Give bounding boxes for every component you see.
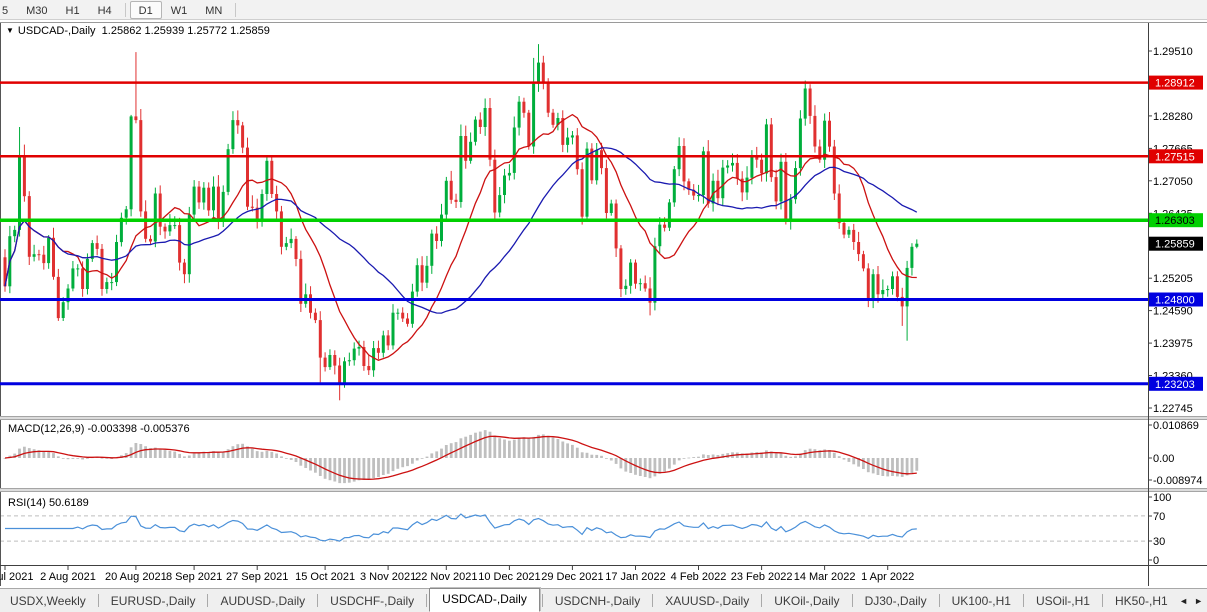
- tab-separator: [317, 594, 319, 607]
- svg-text:0.00: 0.00: [1153, 453, 1174, 465]
- svg-text:20 Aug 2021: 20 Aug 2021: [105, 571, 167, 583]
- tab-separator: [761, 594, 763, 607]
- price-level-badge-1.28912: 1.28912: [1149, 75, 1203, 90]
- svg-text:15 Oct 2021: 15 Oct 2021: [295, 571, 355, 583]
- chart-symbol-label: USDCAD-,Daily: [17, 25, 96, 37]
- svg-text:1 Apr 2022: 1 Apr 2022: [861, 571, 914, 583]
- svg-text:1.24590: 1.24590: [1153, 306, 1193, 318]
- svg-text:70: 70: [1153, 511, 1165, 523]
- tab-separator: [851, 594, 853, 607]
- svg-text:1.27050: 1.27050: [1153, 176, 1193, 188]
- tab-separator: [541, 594, 543, 607]
- current-price-badge: 1.25859: [1149, 236, 1203, 251]
- svg-text:29 Dec 2021: 29 Dec 2021: [541, 571, 603, 583]
- chart-tab-hk50[interactable]: HK50-,H1: [1105, 591, 1178, 611]
- chart-tab-usdcad[interactable]: USDCAD-,Daily: [429, 587, 540, 612]
- macd-indicator-label: MACD(12,26,9) -0.003398 -0.005376: [8, 423, 190, 435]
- symbol-dropdown-icon[interactable]: ▼: [6, 26, 14, 35]
- tab-separator: [207, 594, 209, 607]
- price-level-badge-1.24800: 1.24800: [1149, 292, 1203, 307]
- svg-text:23 Feb 2022: 23 Feb 2022: [731, 571, 793, 583]
- svg-text:17 Jan 2022: 17 Jan 2022: [605, 571, 666, 583]
- chart-tab-dj30[interactable]: DJ30-,Daily: [855, 591, 937, 611]
- chart-tab-eurusd[interactable]: EURUSD-,Daily: [101, 591, 206, 611]
- svg-text:-0.008974: -0.008974: [1153, 475, 1203, 487]
- chart-canvas[interactable]: 1.295101.288951.282801.276651.270501.264…: [0, 0, 1207, 588]
- price-level-badge-1.26303: 1.26303: [1149, 213, 1203, 228]
- tabs-scroll-left-icon[interactable]: ◄: [1179, 596, 1188, 606]
- svg-text:2 Aug 2021: 2 Aug 2021: [40, 571, 96, 583]
- svg-text:100: 100: [1153, 492, 1171, 504]
- svg-text:30: 30: [1153, 536, 1165, 548]
- svg-text:1.25859: 1.25859: [1155, 239, 1195, 251]
- svg-text:1.26303: 1.26303: [1155, 215, 1195, 227]
- svg-text:27 Sep 2021: 27 Sep 2021: [226, 571, 288, 583]
- svg-text:14 Jul 2021: 14 Jul 2021: [0, 571, 33, 583]
- svg-text:1.23975: 1.23975: [1153, 338, 1193, 350]
- tab-separator: [1022, 594, 1024, 607]
- svg-text:22 Nov 2021: 22 Nov 2021: [415, 571, 477, 583]
- chart-tab-usdx[interactable]: USDX,Weekly: [0, 591, 96, 611]
- svg-text:10 Dec 2021: 10 Dec 2021: [478, 571, 540, 583]
- chart-background: [0, 20, 1207, 588]
- chart-tab-uk100[interactable]: UK100-,H1: [942, 591, 1021, 611]
- svg-text:1.29510: 1.29510: [1153, 46, 1193, 58]
- tab-separator: [97, 594, 99, 607]
- tabs-scroll-right-icon[interactable]: ►: [1194, 596, 1203, 606]
- chart-tab-usdchf[interactable]: USDCHF-,Daily: [320, 591, 424, 611]
- tab-separator: [426, 594, 428, 607]
- rsi-indicator-label: RSI(14) 50.6189: [8, 497, 89, 509]
- price-level-badge-1.23203: 1.23203: [1149, 376, 1203, 391]
- svg-text:14 Mar 2022: 14 Mar 2022: [794, 571, 856, 583]
- svg-text:8 Sep 2021: 8 Sep 2021: [166, 571, 222, 583]
- chart-tab-bar: USDX,Weekly EURUSD-,Daily AUDUSD-,Daily USD…: [0, 587, 1207, 612]
- svg-text:4 Feb 2022: 4 Feb 2022: [671, 571, 727, 583]
- chart-ohlc-values: 1.25862 1.25939 1.25772 1.25859: [101, 25, 270, 37]
- chart-window[interactable]: 1.295101.288951.282801.276651.270501.264…: [0, 20, 1207, 588]
- chart-title[interactable]: ▼ USDCAD-,Daily 1.25862 1.25939 1.25772 1…: [6, 25, 270, 37]
- svg-text:1.25205: 1.25205: [1153, 273, 1193, 285]
- svg-text:1.22745: 1.22745: [1153, 403, 1193, 415]
- svg-text:1.28280: 1.28280: [1153, 111, 1193, 123]
- svg-text:1.23203: 1.23203: [1155, 379, 1195, 391]
- svg-text:1.28912: 1.28912: [1155, 78, 1195, 90]
- svg-text:1.27515: 1.27515: [1155, 151, 1195, 163]
- tab-separator: [652, 594, 654, 607]
- chart-tab-audusd[interactable]: AUDUSD-,Daily: [210, 591, 315, 611]
- chart-tab-usoil[interactable]: USOil-,H1: [1026, 591, 1100, 611]
- price-level-badge-1.27515: 1.27515: [1149, 149, 1203, 164]
- chart-tab-xauusd[interactable]: XAUUSD-,Daily: [655, 591, 759, 611]
- svg-text:3 Nov 2021: 3 Nov 2021: [360, 571, 416, 583]
- svg-text:1.24800: 1.24800: [1155, 295, 1195, 307]
- chart-tab-usdcnh[interactable]: USDCNH-,Daily: [545, 591, 650, 611]
- tab-separator: [938, 594, 940, 607]
- tab-separator: [1101, 594, 1103, 607]
- svg-text:0.010869: 0.010869: [1153, 420, 1199, 432]
- chart-tab-ukoil[interactable]: UKOil-,Daily: [764, 591, 849, 611]
